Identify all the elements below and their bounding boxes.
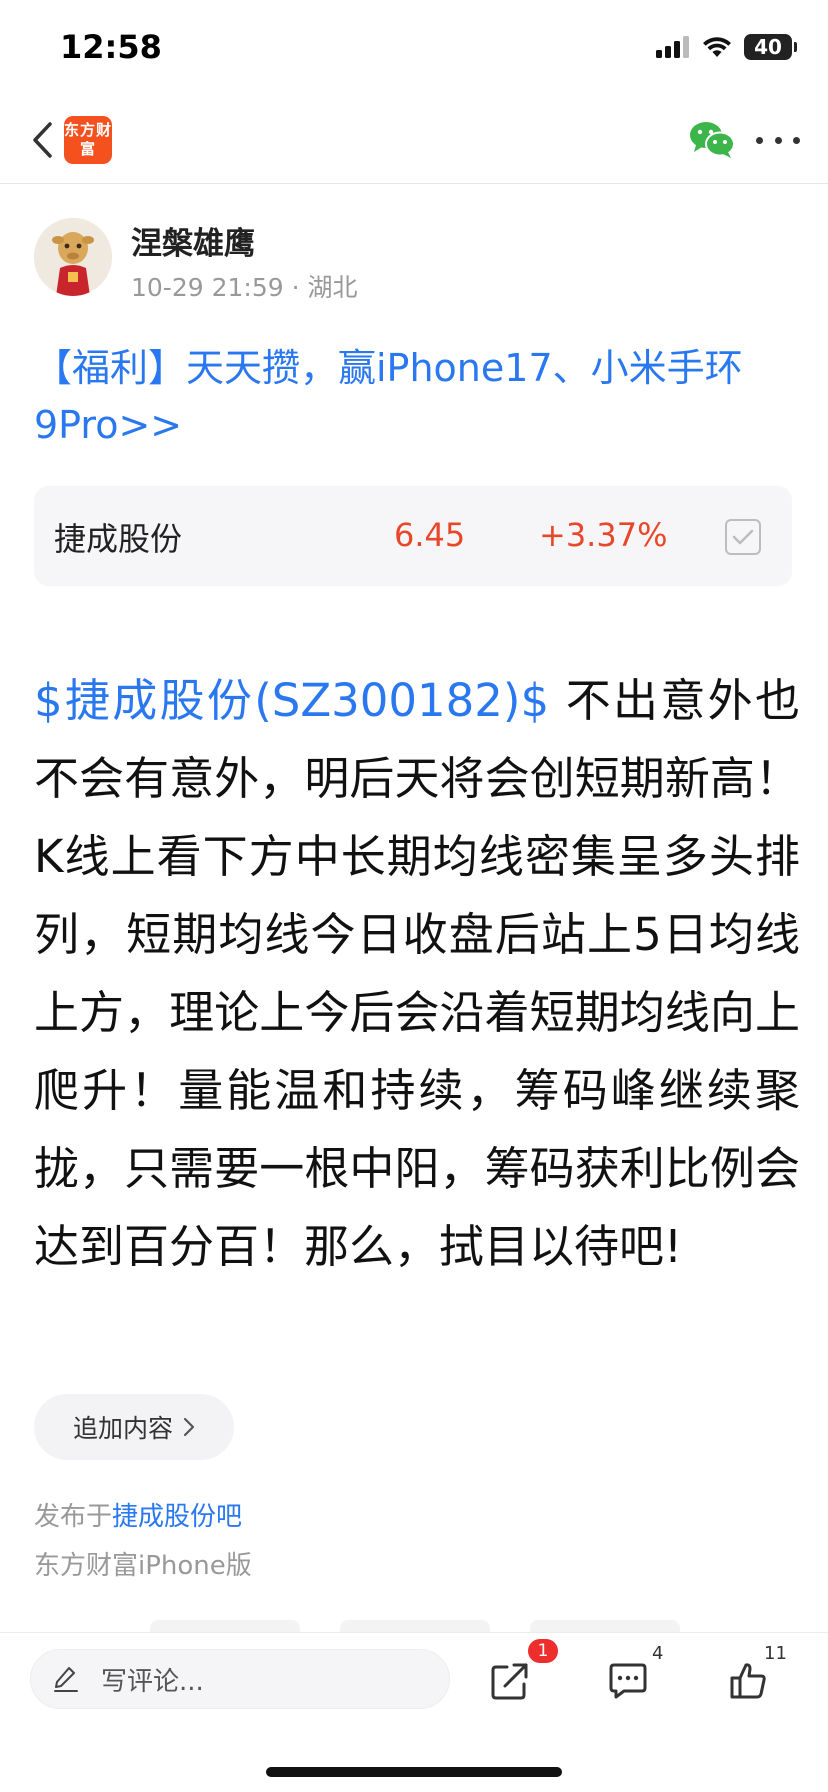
- share-badge: 1: [528, 1639, 558, 1663]
- pencil-icon: [54, 1667, 78, 1692]
- share-icon: [491, 1663, 528, 1700]
- post-datetime: 10-29 21:59: [131, 273, 284, 302]
- more-button[interactable]: [756, 128, 800, 152]
- author-name[interactable]: 涅槃雄鹰: [131, 218, 255, 263]
- post-body: $捷成股份(SZ300182)$ 不出意外也不会有意外，明后天将会创短期新高！K…: [34, 662, 800, 1286]
- bottom-action-bar: 写评论... 1 4 11: [0, 1632, 828, 1792]
- comment-button[interactable]: [598, 1651, 658, 1711]
- comment-input[interactable]: 写评论...: [30, 1649, 450, 1709]
- status-icons: 40: [656, 34, 797, 60]
- like-count: 11: [764, 1643, 787, 1664]
- comment-icon: [609, 1663, 647, 1699]
- checkbox-icon: [732, 529, 754, 545]
- partially-hidden-pills: [0, 1620, 828, 1636]
- post-text: 不出意外也不会有意外，明后天将会创短期新高！K线上看下方中长期均线密集呈多头排列…: [34, 674, 800, 1273]
- append-label: 追加内容: [72, 1414, 173, 1443]
- more-icon: [756, 136, 763, 144]
- stock-tag-link[interactable]: $捷成股份(SZ300182)$: [34, 674, 549, 727]
- like-icon: [730, 1663, 766, 1699]
- nav-bar: 东方财富: [0, 100, 828, 184]
- wifi-icon: [703, 37, 731, 57]
- published-prefix: 发布于: [34, 1502, 113, 1532]
- logo-text: 东方财富: [64, 121, 113, 158]
- back-button[interactable]: [22, 118, 62, 162]
- cellular-signal-icon: [656, 36, 689, 58]
- published-in: 发布于捷成股份吧: [34, 1496, 242, 1533]
- promo-link[interactable]: 【福利】天天攒，赢iPhone17、小米手环9Pro>>: [34, 340, 794, 454]
- comment-placeholder: 写评论...: [101, 1666, 204, 1697]
- add-watchlist-button[interactable]: [725, 519, 761, 555]
- stock-change: +3.37%: [539, 516, 668, 554]
- chevron-right-icon: [183, 1417, 195, 1437]
- append-content-button[interactable]: 追加内容: [34, 1394, 234, 1460]
- app-logo[interactable]: 东方财富: [64, 116, 112, 164]
- wechat-share-button[interactable]: [688, 120, 736, 160]
- battery-icon: 40: [744, 34, 797, 60]
- post-meta: 10-29 21:59 · 湖北: [131, 268, 358, 304]
- back-icon: [33, 122, 52, 158]
- wechat-icon: [690, 122, 735, 158]
- home-indicator: [266, 1767, 562, 1777]
- stock-card[interactable]: 捷成股份 6.45 +3.37%: [34, 486, 792, 586]
- status-time: 12:58: [60, 28, 162, 66]
- meta-separator: ·: [291, 273, 300, 302]
- stock-bar-link[interactable]: 捷成股份吧: [112, 1502, 242, 1532]
- stock-price: 6.45: [394, 516, 466, 554]
- avatar-image: [34, 218, 112, 296]
- client-info: 东方财富iPhone版: [34, 1551, 252, 1581]
- avatar[interactable]: [34, 218, 112, 296]
- share-button[interactable]: [480, 1651, 540, 1711]
- post-location: 湖北: [307, 273, 358, 302]
- stock-name: 捷成股份: [54, 520, 183, 558]
- status-bar: 12:58 40: [0, 0, 828, 100]
- comment-count: 4: [652, 1643, 664, 1664]
